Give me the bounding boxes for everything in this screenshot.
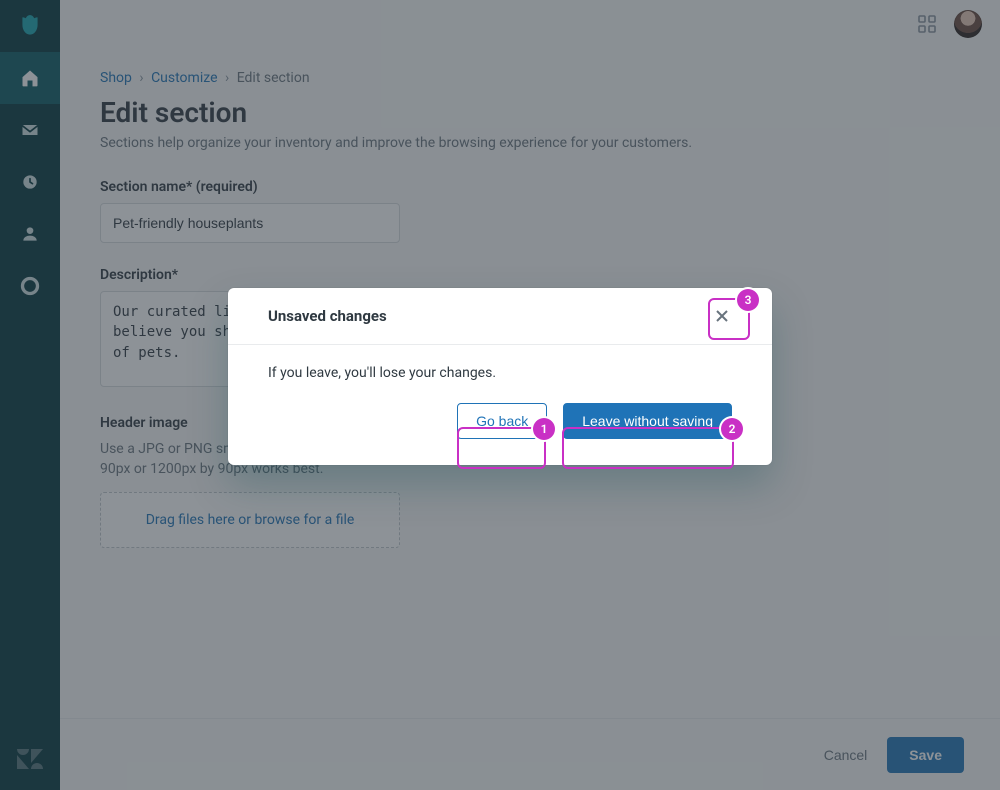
unsaved-changes-modal: Unsaved changes If you leave, you'll los… [228,288,772,465]
go-back-button[interactable]: Go back [457,403,547,439]
leave-without-saving-button[interactable]: Leave without saving [563,403,732,439]
modal-close-button[interactable] [712,306,732,326]
modal-body: If you leave, you'll lose your changes. [228,345,772,395]
modal-title: Unsaved changes [268,307,387,325]
close-icon [715,309,729,323]
